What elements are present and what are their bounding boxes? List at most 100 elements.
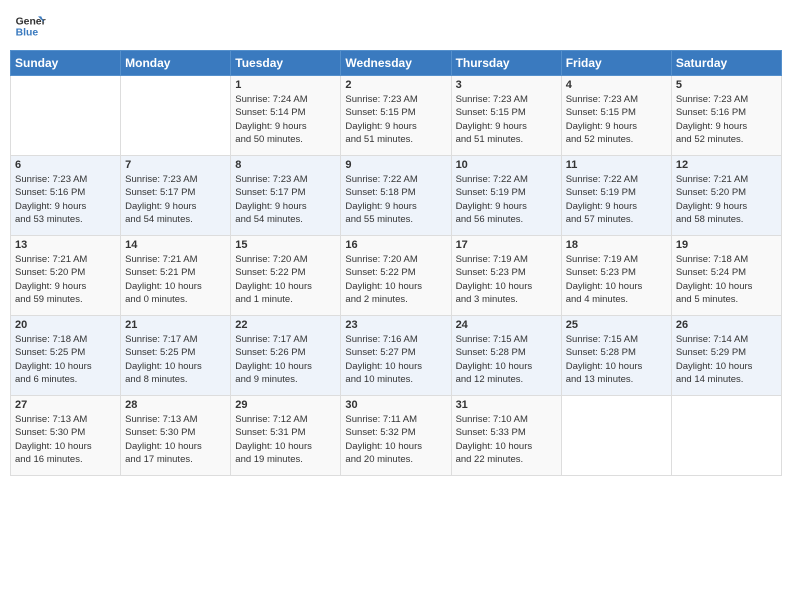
day-number: 6	[15, 159, 116, 171]
day-cell: 2 Sunrise: 7:23 AM Sunset: 5:15 PM Daylig…	[341, 76, 451, 156]
day-cell: 11 Sunrise: 7:22 AM Sunset: 5:19 PM Dayli…	[561, 156, 671, 236]
week-row-1: 1 Sunrise: 7:24 AM Sunset: 5:14 PM Daylig…	[11, 76, 782, 156]
day-info: Sunrise: 7:23 AM Sunset: 5:15 PM Dayligh…	[345, 93, 446, 146]
day-cell: 8 Sunrise: 7:23 AM Sunset: 5:17 PM Daylig…	[231, 156, 341, 236]
day-info: Sunrise: 7:18 AM Sunset: 5:24 PM Dayligh…	[676, 253, 777, 306]
day-info: Sunrise: 7:11 AM Sunset: 5:32 PM Dayligh…	[345, 413, 446, 466]
day-cell: 23 Sunrise: 7:16 AM Sunset: 5:27 PM Dayli…	[341, 316, 451, 396]
day-cell: 13 Sunrise: 7:21 AM Sunset: 5:20 PM Dayli…	[11, 236, 121, 316]
day-cell: 17Sunrise: 7:19 AM Sunset: 5:23 PM Dayli…	[451, 236, 561, 316]
week-row-5: 27 Sunrise: 7:13 AM Sunset: 5:30 PM Dayli…	[11, 396, 782, 476]
day-number: 11	[566, 159, 667, 171]
logo: General Blue	[14, 10, 46, 42]
day-number: 14	[125, 239, 226, 251]
day-info: Sunrise: 7:13 AM Sunset: 5:30 PM Dayligh…	[125, 413, 226, 466]
day-number: 18	[566, 239, 667, 251]
day-cell: 22Sunrise: 7:17 AM Sunset: 5:26 PM Dayli…	[231, 316, 341, 396]
weekday-header-sunday: Sunday	[11, 51, 121, 76]
day-cell: 10Sunrise: 7:22 AM Sunset: 5:19 PM Dayli…	[451, 156, 561, 236]
day-number: 2	[345, 79, 446, 91]
weekday-header-row: SundayMondayTuesdayWednesdayThursdayFrid…	[11, 51, 782, 76]
day-number: 1	[235, 79, 336, 91]
day-cell: 19 Sunrise: 7:18 AM Sunset: 5:24 PM Dayli…	[671, 236, 781, 316]
weekday-header-wednesday: Wednesday	[341, 51, 451, 76]
day-cell: 1 Sunrise: 7:24 AM Sunset: 5:14 PM Daylig…	[231, 76, 341, 156]
day-cell: 7Sunrise: 7:23 AM Sunset: 5:17 PM Daylig…	[121, 156, 231, 236]
day-number: 4	[566, 79, 667, 91]
day-cell: 12Sunrise: 7:21 AM Sunset: 5:20 PM Dayli…	[671, 156, 781, 236]
day-info: Sunrise: 7:17 AM Sunset: 5:26 PM Dayligh…	[235, 333, 336, 386]
day-cell: 15 Sunrise: 7:20 AM Sunset: 5:22 PM Dayli…	[231, 236, 341, 316]
day-number: 23	[345, 319, 446, 331]
day-info: Sunrise: 7:13 AM Sunset: 5:30 PM Dayligh…	[15, 413, 116, 466]
day-info: Sunrise: 7:18 AM Sunset: 5:25 PM Dayligh…	[15, 333, 116, 386]
day-info: Sunrise: 7:23 AM Sunset: 5:17 PM Dayligh…	[235, 173, 336, 226]
day-info: Sunrise: 7:21 AM Sunset: 5:21 PM Dayligh…	[125, 253, 226, 306]
day-info: Sunrise: 7:20 AM Sunset: 5:22 PM Dayligh…	[345, 253, 446, 306]
weekday-header-monday: Monday	[121, 51, 231, 76]
day-number: 26	[676, 319, 777, 331]
day-cell	[561, 396, 671, 476]
day-cell: 30 Sunrise: 7:11 AM Sunset: 5:32 PM Dayli…	[341, 396, 451, 476]
day-number: 21	[125, 319, 226, 331]
calendar-table: SundayMondayTuesdayWednesdayThursdayFrid…	[10, 50, 782, 476]
day-cell: 26 Sunrise: 7:14 AM Sunset: 5:29 PM Dayli…	[671, 316, 781, 396]
svg-text:Blue: Blue	[16, 28, 39, 39]
week-row-4: 20 Sunrise: 7:18 AM Sunset: 5:25 PM Dayli…	[11, 316, 782, 396]
weekday-header-thursday: Thursday	[451, 51, 561, 76]
day-info: Sunrise: 7:19 AM Sunset: 5:23 PM Dayligh…	[566, 253, 667, 306]
day-cell: 14 Sunrise: 7:21 AM Sunset: 5:21 PM Dayli…	[121, 236, 231, 316]
day-number: 31	[456, 399, 557, 411]
day-info: Sunrise: 7:20 AM Sunset: 5:22 PM Dayligh…	[235, 253, 336, 306]
day-number: 16	[345, 239, 446, 251]
day-cell: 31 Sunrise: 7:10 AM Sunset: 5:33 PM Dayli…	[451, 396, 561, 476]
day-info: Sunrise: 7:23 AM Sunset: 5:17 PM Dayligh…	[125, 173, 226, 226]
day-number: 12	[676, 159, 777, 171]
day-info: Sunrise: 7:23 AM Sunset: 5:15 PM Dayligh…	[566, 93, 667, 146]
day-cell	[671, 396, 781, 476]
day-number: 8	[235, 159, 336, 171]
week-row-2: 6 Sunrise: 7:23 AM Sunset: 5:16 PM Daylig…	[11, 156, 782, 236]
day-info: Sunrise: 7:23 AM Sunset: 5:16 PM Dayligh…	[676, 93, 777, 146]
day-cell: 28 Sunrise: 7:13 AM Sunset: 5:30 PM Dayli…	[121, 396, 231, 476]
day-info: Sunrise: 7:23 AM Sunset: 5:15 PM Dayligh…	[456, 93, 557, 146]
day-number: 15	[235, 239, 336, 251]
day-info: Sunrise: 7:12 AM Sunset: 5:31 PM Dayligh…	[235, 413, 336, 466]
day-info: Sunrise: 7:16 AM Sunset: 5:27 PM Dayligh…	[345, 333, 446, 386]
day-number: 20	[15, 319, 116, 331]
day-info: Sunrise: 7:14 AM Sunset: 5:29 PM Dayligh…	[676, 333, 777, 386]
day-cell	[11, 76, 121, 156]
day-info: Sunrise: 7:19 AM Sunset: 5:23 PM Dayligh…	[456, 253, 557, 306]
day-cell: 6 Sunrise: 7:23 AM Sunset: 5:16 PM Daylig…	[11, 156, 121, 236]
logo-icon: General Blue	[14, 10, 46, 42]
day-number: 13	[15, 239, 116, 251]
day-cell: 29Sunrise: 7:12 AM Sunset: 5:31 PM Dayli…	[231, 396, 341, 476]
weekday-header-tuesday: Tuesday	[231, 51, 341, 76]
day-cell: 18 Sunrise: 7:19 AM Sunset: 5:23 PM Dayli…	[561, 236, 671, 316]
day-number: 19	[676, 239, 777, 251]
day-info: Sunrise: 7:21 AM Sunset: 5:20 PM Dayligh…	[15, 253, 116, 306]
weekday-header-saturday: Saturday	[671, 51, 781, 76]
day-info: Sunrise: 7:23 AM Sunset: 5:16 PM Dayligh…	[15, 173, 116, 226]
day-number: 3	[456, 79, 557, 91]
day-number: 28	[125, 399, 226, 411]
day-cell: 4 Sunrise: 7:23 AM Sunset: 5:15 PM Daylig…	[561, 76, 671, 156]
day-number: 24	[456, 319, 557, 331]
day-number: 30	[345, 399, 446, 411]
day-cell: 20 Sunrise: 7:18 AM Sunset: 5:25 PM Dayli…	[11, 316, 121, 396]
day-cell: 24Sunrise: 7:15 AM Sunset: 5:28 PM Dayli…	[451, 316, 561, 396]
day-info: Sunrise: 7:24 AM Sunset: 5:14 PM Dayligh…	[235, 93, 336, 146]
day-info: Sunrise: 7:22 AM Sunset: 5:18 PM Dayligh…	[345, 173, 446, 226]
day-info: Sunrise: 7:10 AM Sunset: 5:33 PM Dayligh…	[456, 413, 557, 466]
day-info: Sunrise: 7:17 AM Sunset: 5:25 PM Dayligh…	[125, 333, 226, 386]
day-number: 10	[456, 159, 557, 171]
day-cell: 25Sunrise: 7:15 AM Sunset: 5:28 PM Dayli…	[561, 316, 671, 396]
day-cell	[121, 76, 231, 156]
day-info: Sunrise: 7:15 AM Sunset: 5:28 PM Dayligh…	[566, 333, 667, 386]
day-number: 9	[345, 159, 446, 171]
day-cell: 9 Sunrise: 7:22 AM Sunset: 5:18 PM Daylig…	[341, 156, 451, 236]
day-number: 27	[15, 399, 116, 411]
day-info: Sunrise: 7:22 AM Sunset: 5:19 PM Dayligh…	[566, 173, 667, 226]
day-cell: 16 Sunrise: 7:20 AM Sunset: 5:22 PM Dayli…	[341, 236, 451, 316]
weekday-header-friday: Friday	[561, 51, 671, 76]
